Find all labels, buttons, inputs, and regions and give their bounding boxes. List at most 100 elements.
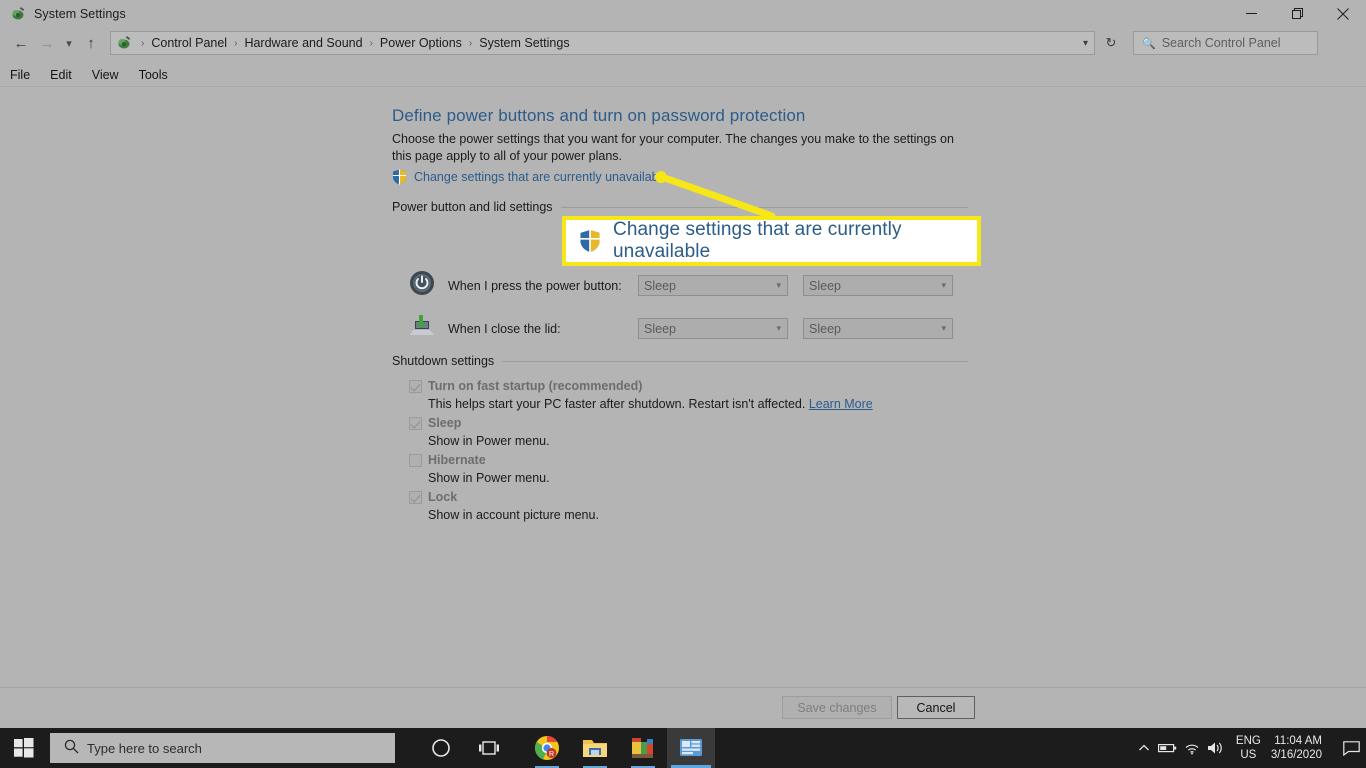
history-chevron-icon[interactable]: ▾ [60, 30, 78, 56]
sleep-description: Show in Power menu. [428, 434, 550, 448]
menu-bar: File Edit View Tools [0, 63, 1366, 86]
chevron-up-icon[interactable] [1132, 728, 1156, 768]
close-lid-label: When I close the lid: [448, 321, 561, 336]
close-lid-plugged-in-dropdown[interactable]: Sleep ▾ [803, 318, 953, 339]
svg-text:R: R [549, 751, 554, 758]
dropdown-value: Sleep [644, 321, 676, 336]
shutdown-settings-group: Shutdown settings [392, 354, 968, 368]
menu-item-tools[interactable]: Tools [129, 66, 178, 84]
shutdown-group-label: Shutdown settings [392, 354, 495, 368]
button-bar: Save changes Cancel [0, 688, 1366, 728]
menu-item-edit[interactable]: Edit [40, 66, 82, 84]
page-description: Choose the power settings that you want … [392, 132, 954, 163]
control-panel-icon[interactable] [667, 728, 715, 768]
close-icon[interactable] [1320, 0, 1366, 27]
change-settings-link-label: Change settings that are currently unava… [414, 170, 669, 184]
chrome-icon[interactable]: R [523, 728, 571, 768]
wifi-icon[interactable] [1180, 728, 1204, 768]
power-button-and-lid-settings-group: Power button and lid settings [392, 200, 968, 214]
language-line-2: US [1240, 749, 1257, 761]
back-arrow-icon[interactable]: ← [8, 30, 34, 56]
search-placeholder: Search Control Panel [1161, 36, 1281, 50]
clock[interactable]: 11:04 AM 3/16/2020 [1271, 734, 1322, 762]
checkbox-label: Hibernate [428, 453, 486, 467]
chevron-down-icon[interactable]: ▾ [1083, 38, 1088, 49]
power-button-setting-row: When I press the power button: Sleep ▾ S… [408, 269, 953, 302]
taskbar: Type here to search R ENG US 11:04 AM 3/… [0, 728, 1366, 768]
chevron-down-icon: ▾ [941, 323, 946, 333]
change-settings-link[interactable]: Change settings that are currently unava… [392, 169, 668, 185]
file-explorer-icon[interactable] [571, 728, 619, 768]
chevron-down-icon: ▾ [776, 323, 781, 333]
task-view-icon[interactable] [465, 728, 513, 768]
breadcrumb-item-system-settings[interactable]: System Settings [477, 36, 571, 50]
cancel-button[interactable]: Cancel [897, 696, 975, 719]
hibernate-description: Show in Power menu. [428, 471, 550, 485]
system-settings-icon [10, 6, 26, 22]
uac-shield-icon [392, 169, 407, 185]
search-control-panel-input[interactable]: 🔍 Search Control Panel [1133, 31, 1318, 55]
checkbox-box[interactable] [409, 380, 422, 393]
paint-app-icon[interactable] [619, 728, 667, 768]
checkbox-label: Sleep [428, 416, 462, 430]
menu-item-view[interactable]: View [82, 66, 129, 84]
checkbox-sleep[interactable]: Sleep [409, 416, 461, 430]
search-icon [64, 739, 79, 757]
group-divider [502, 360, 968, 362]
battery-icon[interactable] [1156, 728, 1180, 768]
close-lid-on-battery-dropdown[interactable]: Sleep ▾ [638, 318, 788, 339]
fast-startup-description: This helps start your PC faster after sh… [428, 397, 873, 411]
address-bar: ← → ▾ ↑ › Control Panel › Hardware and S… [0, 27, 1366, 59]
up-arrow-icon[interactable]: ↑ [78, 30, 104, 56]
title-bar: System Settings [0, 0, 1366, 27]
checkbox-box[interactable] [409, 491, 422, 504]
taskbar-search-input[interactable]: Type here to search [50, 733, 395, 763]
forward-arrow-icon[interactable]: → [34, 30, 60, 56]
breadcrumb-item-power-options[interactable]: Power Options [378, 36, 464, 50]
callout-text: Change settings that are currently unava… [613, 219, 902, 262]
breadcrumb[interactable]: › Control Panel › Hardware and Sound › P… [110, 31, 1095, 55]
power-button-on-battery-dropdown[interactable]: Sleep ▾ [638, 275, 788, 296]
volume-icon[interactable] [1204, 728, 1228, 768]
learn-more-link[interactable]: Learn More [809, 397, 873, 411]
lock-description: Show in account picture menu. [428, 508, 599, 522]
refresh-icon[interactable]: ↻ [1097, 31, 1125, 55]
breadcrumb-item-hardware-and-sound[interactable]: Hardware and Sound [242, 36, 364, 50]
breadcrumb-separator: › [234, 37, 238, 49]
checkbox-box[interactable] [409, 454, 422, 467]
checkbox-label: Lock [428, 490, 458, 504]
save-changes-button[interactable]: Save changes [782, 696, 892, 719]
dropdown-value: Sleep [809, 321, 841, 336]
language-indicator[interactable]: ENG US [1236, 734, 1261, 762]
dropdown-value: Sleep [809, 278, 841, 293]
breadcrumb-separator: › [141, 37, 145, 49]
menu-item-file[interactable]: File [0, 66, 40, 84]
chevron-down-icon: ▾ [941, 280, 946, 290]
breadcrumb-separator: › [468, 37, 473, 49]
power-button-label: When I press the power button: [448, 278, 622, 293]
cortana-icon[interactable] [417, 728, 465, 768]
power-button-plugged-in-dropdown[interactable]: Sleep ▾ [803, 275, 953, 296]
clock-date: 3/16/2020 [1270, 749, 1322, 761]
checkbox-fast-startup[interactable]: Turn on fast startup (recommended) [409, 379, 642, 393]
window-controls [1228, 0, 1366, 27]
checkbox-box[interactable] [409, 417, 422, 430]
breadcrumb-item-control-panel[interactable]: Control Panel [149, 36, 229, 50]
breadcrumb-separator: › [369, 37, 373, 49]
search-icon: 🔍 [1142, 37, 1156, 50]
close-lid-setting-row: When I close the lid: Sleep ▾ Sleep ▾ [408, 312, 953, 345]
dropdown-value: Sleep [644, 278, 676, 293]
power-button-icon [408, 269, 436, 302]
notification-icon[interactable] [1336, 728, 1366, 768]
maximize-icon[interactable] [1274, 0, 1320, 27]
chevron-down-icon: ▾ [776, 280, 781, 290]
minimize-icon[interactable] [1228, 0, 1274, 27]
checkbox-hibernate[interactable]: Hibernate [409, 453, 486, 467]
laptop-lid-icon [408, 312, 436, 345]
language-line-1: ENG [1235, 735, 1261, 747]
windows-start-icon[interactable] [0, 728, 48, 768]
checkbox-label: Turn on fast startup (recommended) [428, 379, 643, 393]
clock-time: 11:04 AM [1274, 735, 1322, 747]
callout-box: Change settings that are currently unava… [562, 216, 981, 266]
checkbox-lock[interactable]: Lock [409, 490, 457, 504]
